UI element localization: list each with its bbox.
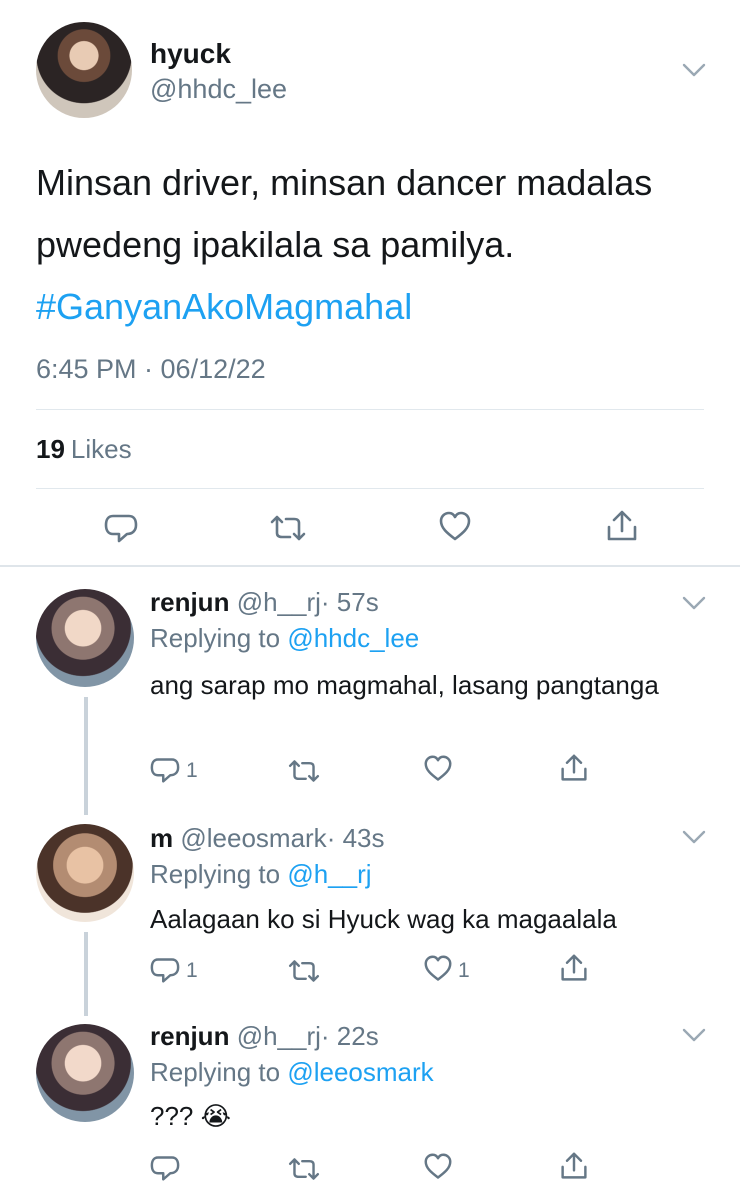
thread-line bbox=[84, 932, 88, 1016]
reply-time: · 43s bbox=[326, 823, 385, 853]
divider bbox=[36, 409, 704, 410]
thread-line bbox=[84, 697, 88, 815]
reply-header: renjun @h__rj· 57s bbox=[150, 587, 379, 618]
reply-icon[interactable] bbox=[150, 756, 180, 784]
reply-text: ang sarap mo magmahal, lasang pangtanga bbox=[150, 670, 659, 700]
retweet-icon[interactable] bbox=[288, 758, 320, 784]
share-icon[interactable] bbox=[560, 753, 588, 783]
replying-to-mention[interactable]: @hhdc_lee bbox=[287, 623, 419, 653]
share-icon[interactable] bbox=[560, 1151, 588, 1181]
reply-header: m @leeosmark· 43s bbox=[150, 823, 385, 854]
reply-text: Aalagaan ko si Hyuck wag ka magaalala bbox=[150, 904, 617, 934]
reply-icon[interactable] bbox=[104, 512, 138, 544]
tweet-body: Minsan driver, minsan dancer madalas pwe… bbox=[36, 162, 653, 265]
retweet-icon[interactable] bbox=[288, 958, 320, 984]
reply-time: · 57s bbox=[320, 587, 379, 617]
like-icon[interactable] bbox=[423, 755, 453, 783]
reply-count: 1 bbox=[186, 759, 198, 782]
reply-time: · 22s bbox=[320, 1021, 379, 1051]
reply-header: renjun @h__rj· 22s bbox=[150, 1021, 379, 1052]
chevron-down-icon[interactable] bbox=[682, 596, 706, 610]
replying-to: Replying to @leeosmark bbox=[150, 1057, 434, 1088]
thread-separator bbox=[0, 565, 740, 567]
replying-to: Replying to @h__rj bbox=[150, 859, 372, 890]
like-count: 1 bbox=[458, 959, 470, 982]
replying-to-label: Replying to bbox=[150, 1057, 281, 1087]
chevron-down-icon[interactable] bbox=[682, 1028, 706, 1042]
likes-stat[interactable]: 19 Likes bbox=[36, 434, 132, 465]
reply-author-handle[interactable]: @h__rj bbox=[237, 1021, 321, 1051]
reply-count: 1 bbox=[186, 959, 198, 982]
reply-author-name[interactable]: renjun bbox=[150, 587, 229, 617]
main-tweet: hyuck @hhdc_lee Minsan driver, minsan da… bbox=[0, 0, 740, 565]
reply-author-name[interactable]: m bbox=[150, 823, 173, 853]
retweet-icon[interactable] bbox=[288, 1156, 320, 1182]
retweet-icon[interactable] bbox=[270, 513, 306, 543]
replying-to-label: Replying to bbox=[150, 623, 281, 653]
divider bbox=[36, 488, 704, 489]
tweet-text: Minsan driver, minsan dancer madalas pwe… bbox=[36, 152, 716, 338]
like-icon[interactable] bbox=[423, 955, 453, 983]
replying-to: Replying to @hhdc_lee bbox=[150, 623, 419, 654]
reply-icon[interactable] bbox=[150, 1154, 180, 1182]
reply-avatar[interactable] bbox=[36, 1024, 134, 1122]
reply-avatar[interactable] bbox=[36, 589, 134, 687]
replying-to-mention[interactable]: @leeosmark bbox=[287, 1057, 433, 1087]
author-handle[interactable]: @hhdc_lee bbox=[150, 74, 287, 105]
replying-to-mention[interactable]: @h__rj bbox=[287, 859, 371, 889]
reply-text: ??? 😭 bbox=[150, 1101, 231, 1131]
main-avatar[interactable] bbox=[36, 22, 132, 118]
reply-author-handle[interactable]: @leeosmark bbox=[180, 823, 326, 853]
share-icon[interactable] bbox=[560, 953, 588, 983]
chevron-down-icon[interactable] bbox=[682, 63, 706, 77]
reply-icon[interactable] bbox=[150, 956, 180, 984]
share-icon[interactable] bbox=[606, 509, 638, 543]
author-name[interactable]: hyuck bbox=[150, 38, 231, 70]
reply-author-handle[interactable]: @h__rj bbox=[237, 587, 321, 617]
like-icon[interactable] bbox=[423, 1153, 453, 1181]
reply-author-name[interactable]: renjun bbox=[150, 1021, 229, 1051]
likes-count: 19 bbox=[36, 434, 65, 464]
hashtag-link[interactable]: #GanyanAkoMagmahal bbox=[36, 276, 716, 338]
replying-to-label: Replying to bbox=[150, 859, 281, 889]
tweet-timestamp: 6:45 PM · 06/12/22 bbox=[36, 354, 266, 384]
chevron-down-icon[interactable] bbox=[682, 830, 706, 844]
likes-label: Likes bbox=[70, 434, 132, 464]
like-icon[interactable] bbox=[438, 511, 472, 543]
reply-avatar[interactable] bbox=[36, 824, 134, 922]
